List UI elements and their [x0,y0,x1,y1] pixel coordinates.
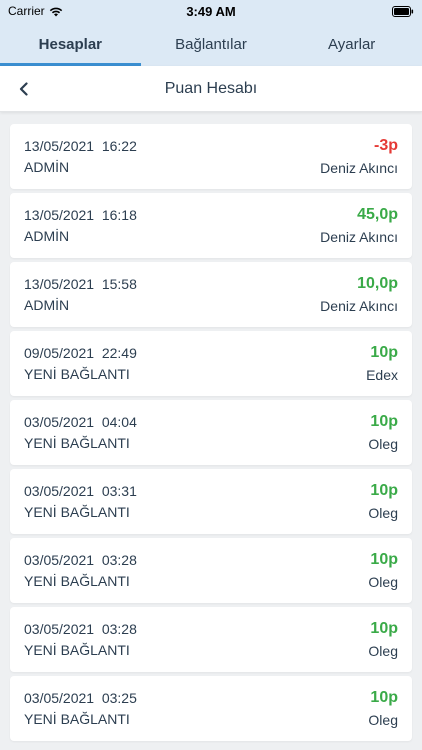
transaction-card[interactable]: 03/05/2021 03:28 YENİ BAĞLANTI 10p Oleg [10,607,412,672]
tab-baglantilar-label: Bağlantılar [175,35,247,53]
transaction-left: 09/05/2021 22:49 YENİ BAĞLANTI [24,345,137,382]
transaction-date: 13/05/2021 15:58 [24,276,137,292]
top-tabbar: Hesaplar Bağlantılar Ayarlar [0,22,422,66]
transaction-right: 45,0p Deniz Akıncı [320,206,398,245]
transaction-left: 03/05/2021 03:25 YENİ BAĞLANTI [24,690,137,727]
transaction-right: 10p Edex [366,344,398,383]
transaction-type: ADMİN [24,297,70,313]
transaction-right: 10p Oleg [368,620,398,659]
transaction-card[interactable]: 13/05/2021 15:58 ADMİN 10,0p Deniz Akıncı [10,262,412,327]
transaction-list: 13/05/2021 16:22 ADMİN -3p Deniz Akıncı 13/0… [0,112,422,741]
transaction-date: 13/05/2021 16:22 [24,138,137,154]
transaction-left: 13/05/2021 16:22 ADMİN [24,138,137,175]
transaction-right: 10,0p Deniz Akıncı [320,275,398,314]
transaction-date: 03/05/2021 03:28 [24,552,137,568]
transaction-user: Oleg [368,436,398,452]
transaction-date: 03/05/2021 04:04 [24,414,137,430]
transaction-type: YENİ BAĞLANTI [24,711,130,727]
transaction-card[interactable]: 03/05/2021 03:31 YENİ BAĞLANTI 10p Oleg [10,469,412,534]
transaction-right: 10p Oleg [368,551,398,590]
transaction-points: 45,0p [357,206,398,223]
transaction-user: Deniz Akıncı [320,298,398,314]
status-time: 3:49 AM [186,3,236,19]
transaction-points: 10p [370,551,398,568]
transaction-points: 10p [370,344,398,361]
transaction-type: YENİ BAĞLANTI [24,642,130,658]
transaction-type: ADMİN [24,159,70,175]
transaction-points: 10p [370,689,398,706]
status-bar: Carrier 3:49 AM [0,0,422,22]
transaction-points: -3p [374,137,398,154]
transaction-points: 10p [370,482,398,499]
tab-ayarlar-label: Ayarlar [328,35,376,53]
transaction-type: YENİ BAĞLANTI [24,366,130,382]
page-title: Puan Hesabı [164,79,258,97]
navigation-bar: Puan Hesabı [0,66,422,112]
transaction-left: 13/05/2021 16:18 ADMİN [24,207,137,244]
transaction-type: YENİ BAĞLANTI [24,435,130,451]
transaction-date: 03/05/2021 03:28 [24,621,137,637]
transaction-type: ADMİN [24,228,70,244]
transaction-type: YENİ BAĞLANTI [24,573,130,589]
transaction-date: 13/05/2021 16:18 [24,207,137,223]
transaction-user: Deniz Akıncı [320,160,398,176]
transaction-user: Oleg [368,574,398,590]
transaction-user: Oleg [368,505,398,521]
transaction-right: 10p Oleg [368,689,398,728]
chevron-left-icon [19,81,28,96]
transaction-points: 10,0p [357,275,398,292]
transaction-card[interactable]: 13/05/2021 16:18 ADMİN 45,0p Deniz Akıncı [10,193,412,258]
transaction-date: 03/05/2021 03:31 [24,483,137,499]
transaction-card[interactable]: 09/05/2021 22:49 YENİ BAĞLANTI 10p Edex [10,331,412,396]
transaction-points: 10p [370,620,398,637]
transaction-date: 03/05/2021 03:25 [24,690,137,706]
transaction-card[interactable]: 13/05/2021 16:22 ADMİN -3p Deniz Akıncı [10,124,412,189]
transaction-user: Oleg [368,712,398,728]
transaction-right: -3p Deniz Akıncı [320,137,398,176]
transaction-card[interactable]: 03/05/2021 04:04 YENİ BAĞLANTI 10p Oleg [10,400,412,465]
tab-ayarlar[interactable]: Ayarlar [281,22,422,66]
transaction-card[interactable]: 03/05/2021 03:28 YENİ BAĞLANTI 10p Oleg [10,538,412,603]
tab-baglantilar[interactable]: Bağlantılar [141,22,282,66]
transaction-points: 10p [370,413,398,430]
tab-hesaplar[interactable]: Hesaplar [0,22,141,66]
transaction-left: 03/05/2021 03:31 YENİ BAĞLANTI [24,483,137,520]
back-button[interactable] [0,66,48,112]
transaction-right: 10p Oleg [368,482,398,521]
tab-hesaplar-label: Hesaplar [38,35,103,53]
transaction-left: 03/05/2021 03:28 YENİ BAĞLANTI [24,552,137,589]
transaction-left: 03/05/2021 03:28 YENİ BAĞLANTI [24,621,137,658]
transaction-user: Edex [366,367,398,383]
transaction-date: 09/05/2021 22:49 [24,345,137,361]
transaction-left: 03/05/2021 04:04 YENİ BAĞLANTI [24,414,137,451]
transaction-user: Oleg [368,643,398,659]
transaction-user: Deniz Akıncı [320,229,398,245]
transaction-right: 10p Oleg [368,413,398,452]
transaction-left: 13/05/2021 15:58 ADMİN [24,276,137,313]
transaction-card[interactable]: 03/05/2021 03:25 YENİ BAĞLANTI 10p Oleg [10,676,412,741]
transaction-type: YENİ BAĞLANTI [24,504,130,520]
